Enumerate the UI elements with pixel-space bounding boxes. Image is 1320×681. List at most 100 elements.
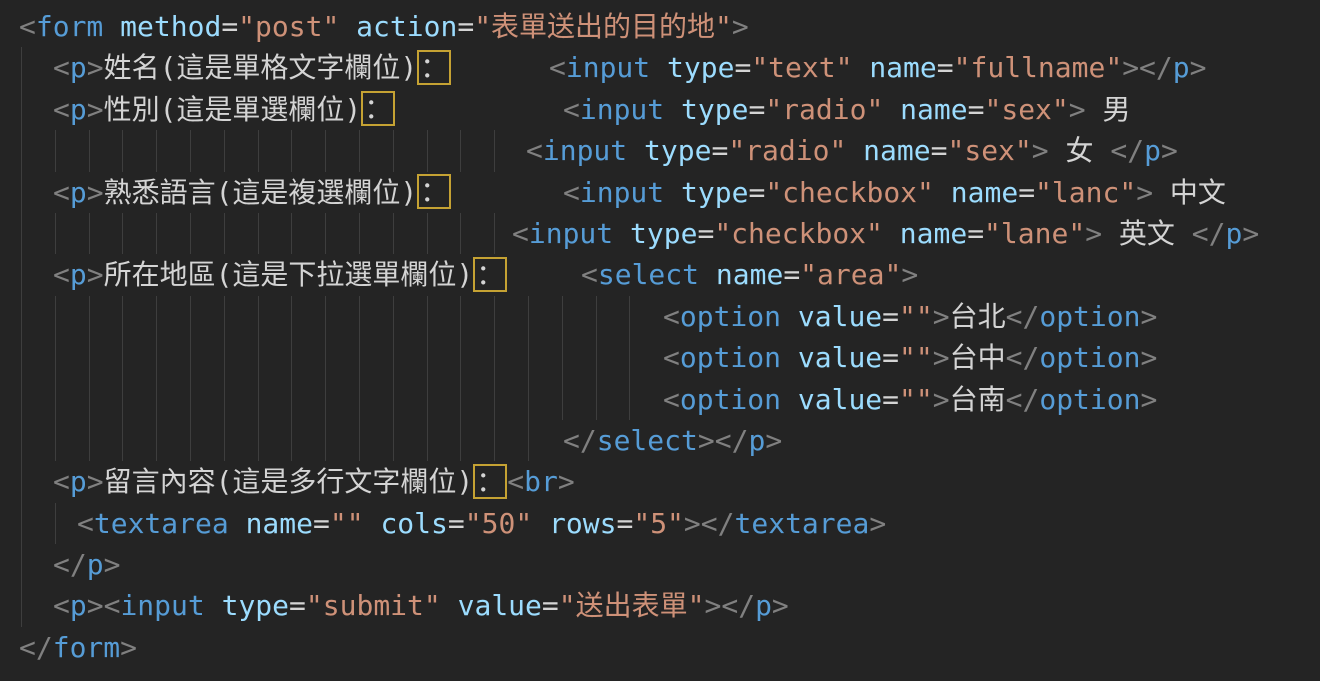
code-line-tail: <input type="checkbox" name="lanc"> 中文 (563, 172, 1226, 213)
code-line[interactable]: <p><input type="submit" value="送出表單"></p… (0, 585, 1320, 626)
indent-guide (528, 379, 529, 420)
code-token: option (1039, 383, 1140, 416)
indent-guide (562, 337, 563, 378)
indent-guide (258, 420, 259, 461)
code-line[interactable]: <p>姓名(這是單格文字欄位)：<input type="text" name=… (0, 47, 1320, 88)
code-token: > (1242, 217, 1259, 250)
code-line[interactable]: <textarea name="" cols="50" rows="5"></t… (0, 503, 1320, 544)
indent-guide (359, 296, 360, 337)
code-token: "" (899, 383, 933, 416)
indent-guide (55, 420, 56, 461)
code-line[interactable]: <form method="post" action="表單送出的目的地"> (0, 6, 1320, 47)
code-line[interactable]: <option value="">台南</option> (0, 379, 1320, 420)
code-token: < (563, 176, 580, 209)
code-line[interactable]: <p>留言內容(這是多行文字欄位)：<br> (0, 461, 1320, 502)
code-token: name (934, 176, 1018, 209)
code-token: p (1173, 51, 1190, 84)
indent-guide (325, 213, 326, 254)
indent-guide (629, 379, 630, 420)
indent-guide (21, 420, 22, 461)
indent-guide (190, 337, 191, 378)
code-token: "radio" (728, 134, 846, 167)
code-line[interactable]: </select></p> (0, 420, 1320, 461)
indent-guide (156, 337, 157, 378)
code-token: = (931, 134, 948, 167)
code-token: textarea (735, 507, 870, 540)
code-line[interactable]: <input type="checkbox" name="lane"> 英文 <… (0, 213, 1320, 254)
indent-guide (325, 296, 326, 337)
indent-guide (393, 296, 394, 337)
code-editor[interactable]: <form method="post" action="表單送出的目的地"><p… (0, 0, 1320, 681)
indent-guide (291, 379, 292, 420)
code-line[interactable]: <p>性別(這是單選欄位)：<input type="radio" name="… (0, 89, 1320, 130)
code-token: "" (330, 507, 364, 540)
indent-guide (55, 503, 56, 544)
code-token: > (87, 258, 104, 291)
code-token: type (613, 217, 697, 250)
indent-guide (460, 296, 461, 337)
indent-guide (21, 544, 22, 585)
code-line-tail: <input type="radio" name="sex"> 男 (563, 89, 1131, 130)
indent-guide (494, 213, 495, 254)
code-line[interactable]: <option value="">台中</option> (0, 337, 1320, 378)
indent-guide (21, 89, 22, 130)
indent-guide (393, 420, 394, 461)
code-line[interactable]: <p>所在地區(這是下拉選單欄位)：<select name="area"> (0, 254, 1320, 295)
indent-guide (89, 337, 90, 378)
indent-guide (427, 420, 428, 461)
code-token: name (883, 93, 967, 126)
code-token: textarea (94, 507, 229, 540)
code-token: "送出表單" (559, 589, 705, 622)
indent-guide (156, 420, 157, 461)
indent-guide (258, 379, 259, 420)
indent-guide (21, 337, 22, 378)
code-token: type (627, 134, 711, 167)
code-token: "submit" (306, 589, 441, 622)
code-token: > (1190, 51, 1207, 84)
indent-guide (460, 337, 461, 378)
code-token: = (542, 589, 559, 622)
code-token: < (663, 300, 680, 333)
code-token: "lane" (984, 217, 1085, 250)
code-token: = (448, 507, 465, 540)
indent-guide (460, 379, 461, 420)
code-token: name (846, 134, 930, 167)
indent-guide (596, 337, 597, 378)
indent-guide (156, 213, 157, 254)
code-token: "post" (238, 10, 339, 43)
code-line-lead: </p> (0, 544, 120, 585)
code-token: option (680, 341, 781, 374)
code-token: p (70, 93, 87, 126)
indent-guide (359, 130, 360, 171)
code-line[interactable]: </p> (0, 544, 1320, 585)
code-token: = (734, 51, 751, 84)
code-line-lead: <input type="checkbox" name="lane"> 英文 <… (0, 213, 1259, 254)
code-token: > (869, 507, 886, 540)
code-token: "50" (465, 507, 532, 540)
code-token: < (663, 383, 680, 416)
code-token: > (120, 631, 137, 664)
code-token: < (581, 258, 598, 291)
indent-guide (122, 213, 123, 254)
indent-guide (359, 213, 360, 254)
code-token: option (1039, 300, 1140, 333)
indent-guide (325, 337, 326, 378)
code-line[interactable]: <p>熟悉語言(這是複選欄位)：<input type="checkbox" n… (0, 172, 1320, 213)
code-token: > (104, 548, 121, 581)
code-line[interactable]: <option value="">台北</option> (0, 296, 1320, 337)
code-token: = (968, 93, 985, 126)
code-token: option (680, 300, 781, 333)
code-token: rows (532, 507, 616, 540)
code-line[interactable]: <input type="radio" name="sex"> 女 </p> (0, 130, 1320, 171)
code-token: </ (1006, 341, 1040, 374)
code-token: </ (563, 424, 597, 457)
indent-guide (190, 130, 191, 171)
indent-guide (291, 213, 292, 254)
code-token: > (772, 589, 789, 622)
code-token: p (1226, 217, 1243, 250)
code-token: ></ (1122, 51, 1173, 84)
code-token: 台中 (950, 341, 1006, 374)
code-line[interactable]: </form> (0, 627, 1320, 668)
code-token: </ (19, 631, 53, 664)
code-token: < (53, 176, 70, 209)
